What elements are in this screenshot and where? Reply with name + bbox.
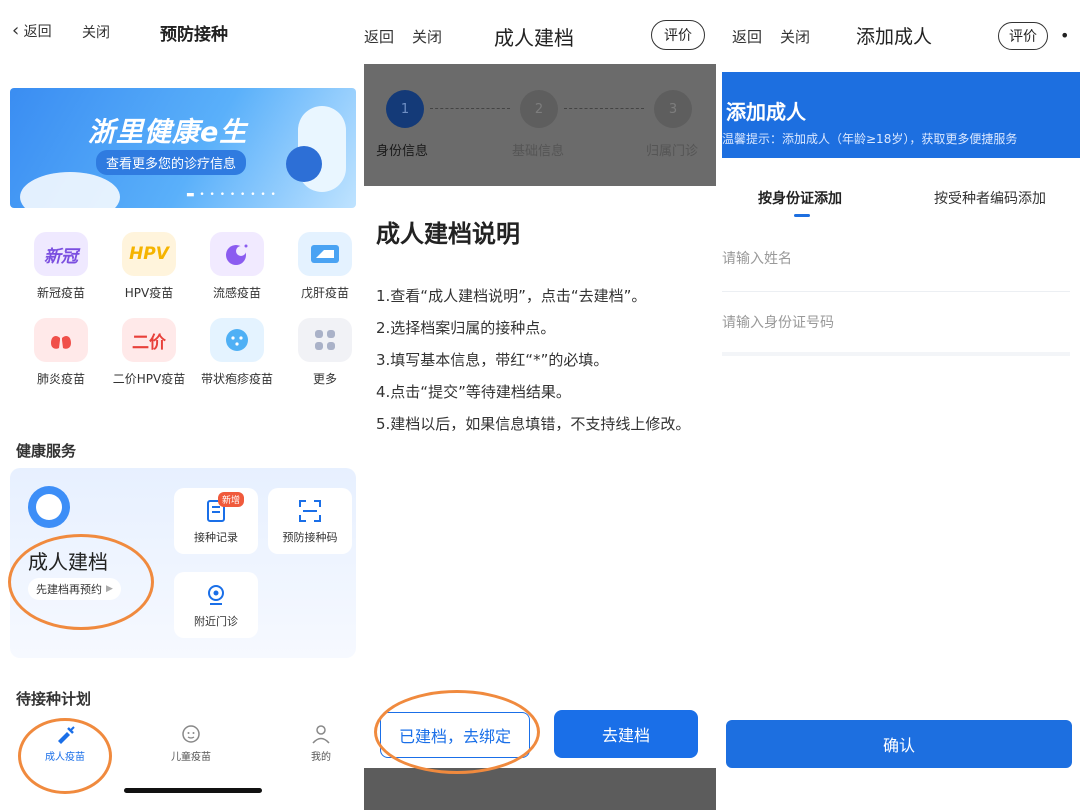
back-button[interactable]: 返回 [364, 26, 394, 47]
name-field[interactable]: 请输入姓名 [722, 228, 1070, 292]
step-2-label: 基础信息 [512, 144, 565, 159]
highlight-ring-adult-tab [18, 718, 112, 794]
chevron-left-icon: ‹ [12, 20, 20, 41]
instruction-line: 3.填写基本信息，带红“*”的必填。 [376, 351, 609, 369]
header-tip: 温馨提示：添加成人（年龄≥18岁），获取更多便捷服务 [722, 132, 1018, 146]
lungs-icon [34, 318, 88, 362]
step-3-circle: 3 [654, 90, 692, 128]
back-button[interactable]: ‹ 返回 [12, 20, 52, 41]
highlight-ring-bind-button [374, 690, 540, 774]
vaccine-item-bivalent-hpv[interactable]: 二价 二价HPV疫苗 [106, 318, 192, 387]
vaccine-item-covid[interactable]: 新冠 新冠疫苗 [18, 232, 104, 301]
add-adult-screen: 返回 关闭 添加成人 评价 • 添加成人 温馨提示：添加成人（年龄≥18岁），获… [722, 0, 1080, 810]
close-button[interactable]: 关闭 [780, 26, 810, 47]
vaccination-record-tile[interactable]: 新增 接种记录 [174, 488, 258, 554]
vaccine-item-shingles[interactable]: 带状疱疹疫苗 [194, 318, 280, 387]
vaccine-item-pneumonia[interactable]: 肺炎疫苗 [18, 318, 104, 387]
header-title: 添加成人 [726, 100, 806, 124]
pending-plan-title: 待接种计划 [16, 690, 92, 708]
banner-subtitle: 查看更多您的诊疗信息 [96, 150, 247, 175]
nav-bar: ‹ 返回 关闭 预防接种 [0, 0, 358, 62]
tab-child-vaccine[interactable]: 儿童疫苗 [146, 724, 236, 763]
tab-mine[interactable]: 我的 [276, 724, 358, 763]
bivalent-hpv-icon: 二价 [122, 318, 176, 362]
nearby-clinic-tile[interactable]: 附近门诊 [174, 572, 258, 638]
banner-circle-decoration [286, 146, 322, 182]
highlight-ring-adult-record [8, 534, 154, 630]
tab-recipient-code[interactable]: 按受种者编码添加 [934, 188, 1046, 208]
evaluate-button[interactable]: 评价 [998, 22, 1048, 50]
health-services-title: 健康服务 [16, 442, 77, 460]
vaccine-item-hepatitis-e[interactable]: 戊肝疫苗 [282, 232, 358, 301]
scan-code-icon [299, 500, 321, 522]
hepatitis-e-vaccine-icon [298, 232, 352, 276]
step-1-circle: 1 [386, 90, 424, 128]
adult-avatar-icon [28, 486, 70, 528]
close-button[interactable]: 关闭 [82, 22, 110, 42]
instructions-title: 成人建档说明 [376, 220, 520, 248]
instruction-line: 1.查看“成人建档说明”，点击“去建档”。 [376, 287, 647, 305]
evaluate-button[interactable]: 评价 [651, 20, 705, 50]
back-button[interactable]: 返回 [732, 26, 762, 47]
instruction-line: 2.选择档案归属的接种点。 [376, 319, 556, 337]
step-1-label: 身份信息 [376, 144, 429, 159]
page-title: 添加成人 [856, 26, 933, 48]
go-register-button[interactable]: 去建档 [554, 710, 698, 758]
hpv-vaccine-icon: HPV [122, 232, 176, 276]
covid-vaccine-icon: 新冠 [34, 232, 88, 276]
bottom-overlay [364, 768, 716, 810]
more-dot-icon[interactable]: • [1060, 26, 1069, 45]
instruction-line: 4.点击“提交”等待建档结果。 [376, 383, 571, 401]
vaccination-home-screen: ‹ 返回 关闭 预防接种 浙里健康e生 查看更多您的诊疗信息 ▬ • • • •… [0, 0, 358, 810]
baby-face-icon [181, 724, 201, 744]
page-title: 预防接种 [160, 25, 228, 45]
close-button[interactable]: 关闭 [412, 26, 442, 47]
grid-more-icon [298, 318, 352, 362]
vaccine-item-flu[interactable]: 流感疫苗 [194, 232, 280, 301]
carousel-dots: ▬ • • • • • • • • [186, 190, 277, 200]
promo-banner[interactable]: 浙里健康e生 查看更多您的诊疗信息 ▬ • • • • • • • • [10, 88, 356, 208]
page-title: 成人建档 [494, 26, 574, 50]
tab-id-card[interactable]: 按身份证添加 [758, 188, 842, 208]
home-indicator [124, 788, 262, 793]
adult-record-instructions-screen: 返回 关闭 成人建档 评价 1 2 3 身份信息 基础信息 归属门诊 成人建档说… [364, 0, 716, 810]
vaccine-item-more[interactable]: 更多 [282, 318, 358, 387]
banner-cloud-decoration [20, 172, 120, 208]
banner-title: 浙里健康e生 [88, 117, 248, 148]
add-adult-header: 添加成人 温馨提示：添加成人（年龄≥18岁），获取更多便捷服务 [722, 72, 1080, 158]
instruction-line: 5.建档以后，如果信息填错，不支持线上修改。 [376, 415, 691, 433]
step-2-circle: 2 [520, 90, 558, 128]
shingles-vaccine-icon [210, 318, 264, 362]
step-connector [564, 108, 644, 109]
vaccine-item-hpv[interactable]: HPV HPV疫苗 [106, 232, 192, 301]
id-number-field[interactable]: 请输入身份证号码 [722, 292, 1070, 356]
step-3-label: 归属门诊 [646, 144, 699, 159]
confirm-button[interactable]: 确认 [726, 720, 1072, 768]
location-pin-icon [205, 584, 227, 606]
new-badge: 新增 [218, 492, 245, 507]
active-tab-indicator [794, 214, 810, 217]
flu-vaccine-icon [210, 232, 264, 276]
user-icon [311, 724, 331, 744]
vaccination-code-tile[interactable]: 预防接种码 [268, 488, 352, 554]
step-connector [430, 108, 510, 109]
